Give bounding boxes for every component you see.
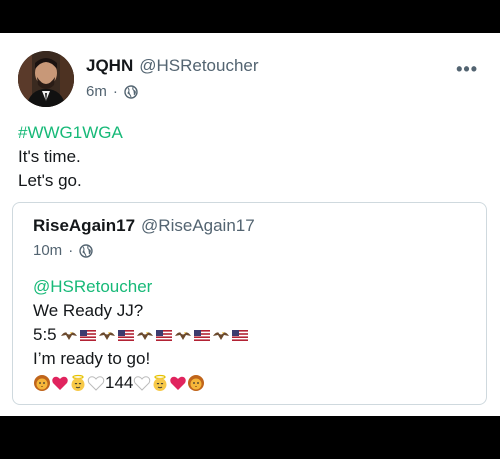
us-flag-icon bbox=[193, 326, 211, 344]
tweet-time[interactable]: 6m bbox=[86, 83, 107, 100]
white-heart-icon bbox=[133, 374, 151, 392]
quote-line-3: I’m ready to go! bbox=[33, 349, 151, 368]
quote-separator: · bbox=[68, 242, 74, 259]
tweet-body: #WWG1WGA It's time. Let's go. bbox=[18, 121, 123, 193]
hashtag-link[interactable]: #WWG1WGA bbox=[18, 121, 123, 145]
white-heart-icon bbox=[87, 374, 105, 392]
quote-author-handle[interactable]: @RiseAgain17 bbox=[141, 216, 255, 235]
author-line: JQHN @HSRetoucher bbox=[86, 56, 259, 76]
author-handle[interactable]: @HSRetoucher bbox=[139, 56, 258, 75]
tweet-card: JQHN @HSRetoucher 6m · ••• #WWG1WGA It's … bbox=[0, 33, 500, 416]
us-flag-icon bbox=[155, 326, 173, 344]
eagle-icon bbox=[174, 326, 192, 344]
eagle-icon bbox=[136, 326, 154, 344]
quote-author-line: RiseAgain17 @RiseAgain17 bbox=[33, 216, 255, 236]
quote-time[interactable]: 10m bbox=[33, 242, 62, 259]
avatar[interactable] bbox=[18, 51, 74, 107]
mention-link[interactable]: @HSRetoucher bbox=[33, 275, 249, 299]
tweet-line-1: It's time. bbox=[18, 147, 81, 166]
quote-line-4: 144 bbox=[33, 371, 249, 395]
lion-icon bbox=[187, 374, 205, 392]
quote-body: @HSRetoucher We Ready JJ? 5:5 I’m ready … bbox=[33, 275, 249, 395]
angel-icon bbox=[151, 374, 169, 392]
lion-icon bbox=[33, 374, 51, 392]
eagle-icon bbox=[98, 326, 116, 344]
more-options-button[interactable]: ••• bbox=[456, 59, 478, 80]
count-text: 144 bbox=[105, 373, 134, 392]
us-flag-icon bbox=[79, 326, 97, 344]
quote-line-1: We Ready JJ? bbox=[33, 301, 144, 320]
red-heart-icon bbox=[169, 374, 187, 392]
us-flag-icon bbox=[117, 326, 135, 344]
quoted-tweet[interactable]: RiseAgain17 @RiseAgain17 10m · @HSRetouch… bbox=[12, 202, 487, 405]
eagle-flag-row bbox=[60, 326, 249, 344]
eagle-icon bbox=[212, 326, 230, 344]
author-name[interactable]: JQHN bbox=[86, 56, 133, 75]
red-heart-icon bbox=[51, 374, 69, 392]
quote-line-2: 5:5 bbox=[33, 323, 249, 347]
us-flag-icon bbox=[231, 326, 249, 344]
angel-icon bbox=[69, 374, 87, 392]
tweet-meta: 6m · bbox=[86, 83, 138, 100]
separator: · bbox=[112, 83, 118, 100]
globe-icon bbox=[79, 243, 93, 258]
quote-meta: 10m · bbox=[33, 242, 93, 259]
globe-icon bbox=[124, 84, 138, 99]
tweet-line-2: Let's go. bbox=[18, 171, 82, 190]
eagle-icon bbox=[60, 326, 78, 344]
quote-author-name[interactable]: RiseAgain17 bbox=[33, 216, 135, 235]
score-text: 5:5 bbox=[33, 325, 57, 344]
